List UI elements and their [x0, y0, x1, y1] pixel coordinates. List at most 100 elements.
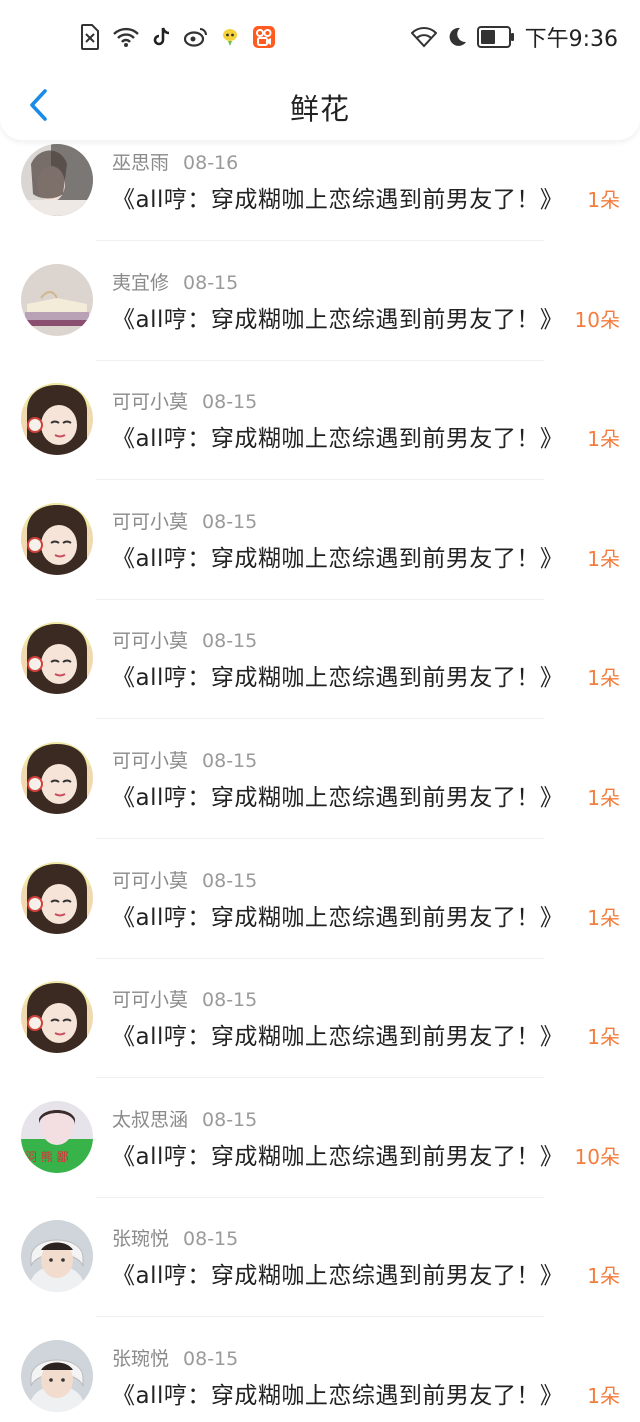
battery-icon [476, 26, 515, 48]
chat-bubble-icon [220, 27, 240, 47]
divider [96, 837, 544, 839]
gift-date: 08-16 [183, 152, 239, 174]
flower-count: 1朵 [587, 188, 620, 212]
divider [96, 598, 544, 600]
flower-count: 10朵 [574, 1144, 620, 1169]
kuaishou-icon [252, 25, 276, 49]
username: 巫思雨 [112, 152, 170, 174]
status-right-icons: 下午9:36 [410, 20, 618, 54]
list-item[interactable]: 张琬悦 08-15 《all哼：穿成糊咖上恋综遇到前男友了！》 1朵 [0, 1216, 640, 1336]
username: 夷宜修 [112, 271, 170, 294]
book-title: 《all哼：穿成糊咖上恋综遇到前男友了！》 [112, 1382, 564, 1409]
flower-count: 1朵 [587, 1383, 620, 1408]
flower-count: 10朵 [574, 307, 620, 332]
status-bar: 下午9:36 [0, 0, 640, 70]
divider [96, 240, 544, 241]
item-meta: 可可小莫 08-15 [112, 626, 257, 653]
username: 可可小莫 [112, 749, 189, 772]
item-meta: 夷宜修 08-15 [112, 268, 238, 295]
divider [96, 1077, 544, 1079]
divider [96, 957, 544, 959]
item-meta: 张琬悦 08-15 [112, 1344, 238, 1371]
username: 可可小莫 [112, 989, 189, 1012]
gift-date: 08-15 [202, 510, 258, 533]
item-meta: 可可小莫 08-15 [112, 387, 257, 414]
wifi-icon [410, 26, 437, 48]
gift-date: 08-15 [202, 989, 258, 1012]
gift-date: 08-15 [183, 1228, 239, 1251]
flower-gift-list: 巫思雨 08-16 《all哼：穿成糊咖上恋综遇到前男友了！》 1朵 夷宜修 08-15… [0, 140, 640, 1422]
list-item[interactable]: 可可小莫 08-15 《all哼：穿成糊咖上恋综遇到前男友了！》 1朵 [0, 618, 640, 738]
avatar[interactable] [21, 1220, 93, 1293]
flower-count: 1朵 [587, 1264, 620, 1289]
tiktok-icon [152, 26, 172, 48]
flower-count: 1朵 [587, 1025, 620, 1050]
avatar[interactable] [21, 263, 93, 336]
list-item[interactable]: 可可小莫 08-15 《all哼：穿成糊咖上恋综遇到前男友了！》 1朵 [0, 499, 640, 619]
gift-date: 08-15 [202, 869, 258, 892]
username: 可可小莫 [112, 630, 189, 653]
nav-bar: 鲜花 [0, 70, 640, 140]
book-title: 《all哼：穿成糊咖上恋综遇到前男友了！》 [112, 1143, 564, 1170]
status-left-icons [80, 22, 276, 52]
divider [96, 718, 544, 720]
gift-date: 08-15 [202, 630, 258, 653]
status-time: 下午9:36 [524, 27, 618, 52]
avatar[interactable] [21, 622, 93, 695]
item-meta: 张琬悦 08-15 [112, 1224, 238, 1251]
list-item[interactable]: 张琬悦 08-15 《all哼：穿成糊咖上恋综遇到前男友了！》 1朵 [0, 1336, 640, 1422]
gift-date: 08-15 [202, 1108, 258, 1131]
avatar[interactable] [21, 1339, 93, 1412]
avatar[interactable] [21, 383, 93, 456]
list-item[interactable]: 可可小莫 08-15 《all哼：穿成糊咖上恋综遇到前男友了！》 1朵 [0, 977, 640, 1097]
item-meta: 可可小莫 08-15 [112, 985, 257, 1012]
flower-count: 1朵 [587, 666, 620, 691]
wifi-signal-icon [112, 26, 140, 48]
flower-count: 1朵 [587, 427, 620, 452]
page-title: 鲜花 [289, 92, 350, 126]
avatar[interactable] [21, 861, 93, 934]
list-item[interactable]: 可可小莫 08-15 《all哼：穿成糊咖上恋综遇到前男友了！》 1朵 [0, 379, 640, 499]
list-item[interactable]: 羽 熊 鄙 太叔思涵 08-15 《all哼：穿成糊咖上恋综遇到前男友了！》 10朵 [0, 1097, 640, 1217]
divider [96, 1196, 544, 1198]
item-meta: 可可小莫 08-15 [112, 507, 257, 534]
divider [96, 479, 544, 481]
avatar[interactable] [21, 741, 93, 814]
list-item[interactable]: 巫思雨 08-16 《all哼：穿成糊咖上恋综遇到前男友了！》 1朵 [0, 140, 640, 260]
username: 张琬悦 [112, 1228, 170, 1251]
avatar[interactable]: 羽 熊 鄙 [21, 1100, 93, 1173]
gift-date: 08-15 [202, 391, 258, 414]
gift-date: 08-15 [183, 1347, 239, 1370]
list-item[interactable]: 可可小莫 08-15 《all哼：穿成糊咖上恋综遇到前男友了！》 1朵 [0, 738, 640, 858]
gift-date: 08-15 [183, 271, 239, 294]
book-title: 《all哼：穿成糊咖上恋综遇到前男友了！》 [112, 426, 564, 453]
avatar[interactable] [21, 502, 93, 575]
username: 可可小莫 [112, 391, 189, 414]
sim-error-icon [80, 24, 100, 50]
item-meta: 太叔思涵 08-15 [112, 1105, 257, 1132]
book-title: 《all哼：穿成糊咖上恋综遇到前男友了！》 [112, 306, 564, 333]
avatar[interactable] [21, 144, 93, 216]
moon-icon [447, 26, 467, 48]
book-title: 《all哼：穿成糊咖上恋综遇到前男友了！》 [112, 187, 564, 213]
book-title: 《all哼：穿成糊咖上恋综遇到前男友了！》 [112, 1024, 564, 1051]
book-title: 《all哼：穿成糊咖上恋综遇到前男友了！》 [112, 1263, 564, 1290]
flower-count: 1朵 [587, 785, 620, 810]
username: 张琬悦 [112, 1347, 170, 1370]
item-meta: 可可小莫 08-15 [112, 866, 257, 893]
avatar[interactable] [21, 981, 93, 1054]
book-title: 《all哼：穿成糊咖上恋综遇到前男友了！》 [112, 665, 564, 692]
list-item[interactable]: 可可小莫 08-15 《all哼：穿成糊咖上恋综遇到前男友了！》 1朵 [0, 858, 640, 978]
divider [96, 1316, 544, 1318]
flower-count: 1朵 [587, 546, 620, 571]
username: 可可小莫 [112, 869, 189, 892]
divider [96, 359, 544, 361]
username: 可可小莫 [112, 510, 189, 533]
book-title: 《all哼：穿成糊咖上恋综遇到前男友了！》 [112, 784, 564, 811]
username: 太叔思涵 [112, 1108, 189, 1131]
svg-text:羽 熊 鄙: 羽 熊 鄙 [25, 1149, 69, 1164]
weibo-icon [184, 27, 208, 47]
book-title: 《all哼：穿成糊咖上恋综遇到前男友了！》 [112, 545, 564, 572]
item-meta: 可可小莫 08-15 [112, 746, 257, 773]
list-item[interactable]: 夷宜修 08-15 《all哼：穿成糊咖上恋综遇到前男友了！》 10朵 [0, 260, 640, 380]
